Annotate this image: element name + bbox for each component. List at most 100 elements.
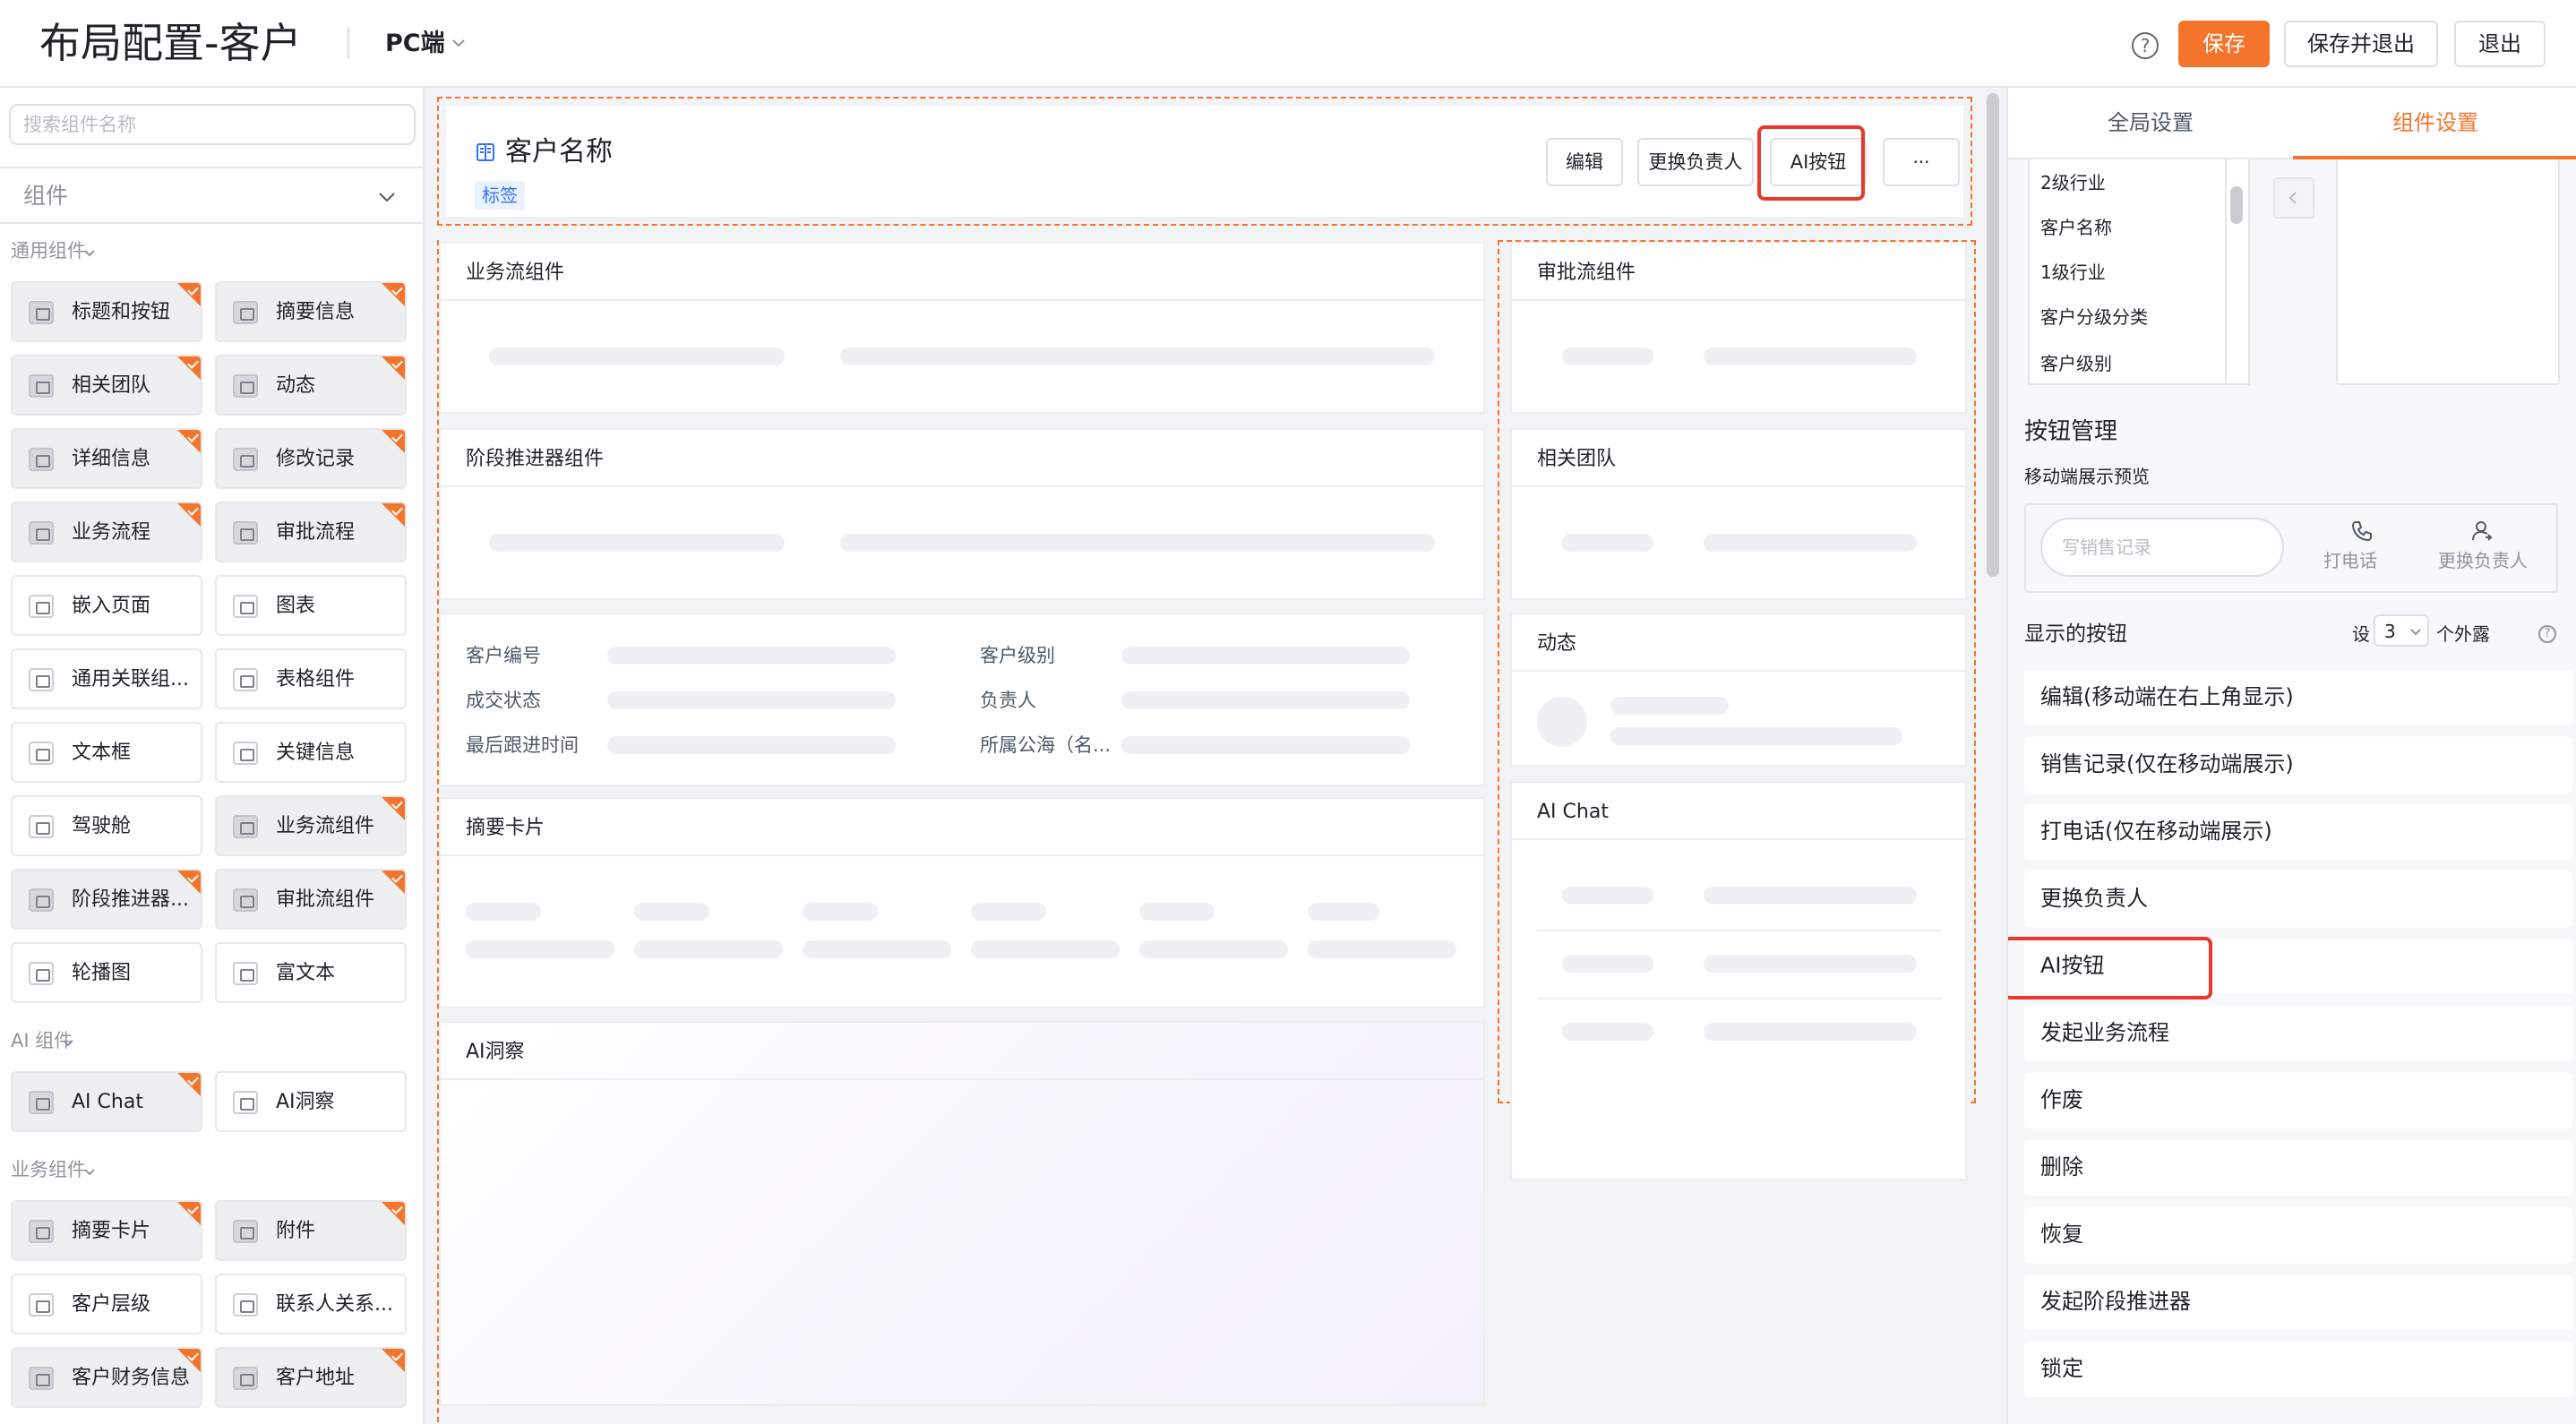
field-item[interactable]: 客户级别 xyxy=(2040,351,2112,376)
team-card[interactable]: 相关团队 xyxy=(1510,428,1967,600)
field-item[interactable]: 客户分级分类 xyxy=(2040,305,2148,330)
divider xyxy=(441,485,1483,487)
component-tile[interactable]: 轮播图 xyxy=(11,942,202,1003)
help-icon[interactable]: ? xyxy=(2132,32,2159,59)
button-row[interactable]: 发起业务流程 xyxy=(2024,1006,2572,1061)
list-scrollbar[interactable] xyxy=(2230,186,2243,224)
component-tile[interactable]: 表格组件 xyxy=(215,648,407,709)
component-tile[interactable]: 修改记录 xyxy=(215,428,407,489)
save-button[interactable]: 保存 xyxy=(2178,21,2270,67)
component-tile[interactable]: 详细信息 xyxy=(11,428,202,489)
component-tile[interactable]: 联系人关系... xyxy=(215,1274,407,1334)
component-tile[interactable]: 审批流程 xyxy=(215,502,407,562)
component-tile[interactable]: 摘要卡片 xyxy=(11,1200,202,1261)
platform-selector[interactable]: PC端 xyxy=(385,29,445,59)
component-tile[interactable]: 关键信息 xyxy=(215,722,407,783)
component-tile[interactable]: 审批流组件 xyxy=(215,869,407,930)
ai-insight-card[interactable]: AI洞察 xyxy=(439,1021,1485,1406)
component-tile[interactable]: 业务流组件 xyxy=(215,795,407,856)
change-owner-button[interactable]: 更换负责人 xyxy=(1637,138,1754,186)
button-row[interactable]: 删除 xyxy=(2024,1140,2572,1196)
component-tile[interactable]: 附件 xyxy=(215,1200,407,1261)
component-tile[interactable]: 阶段推进器... xyxy=(11,869,202,930)
button-row[interactable]: 发起阶段推进器 xyxy=(2024,1274,2572,1330)
component-tile[interactable]: 富文本 xyxy=(215,942,407,1003)
field-label: 客户级别 xyxy=(980,645,1055,666)
chevron-down-icon[interactable] xyxy=(82,245,97,260)
component-tile[interactable]: AI洞察 xyxy=(215,1071,407,1132)
divider xyxy=(1537,930,1942,931)
component-type-label: 组件 xyxy=(23,183,69,209)
detail-info-card[interactable]: 客户编号 客户级别 成交状态 负责人 最后跟进时间 所属公海（名... xyxy=(439,613,1485,786)
component-type-select[interactable]: 组件 xyxy=(0,167,423,224)
button-row[interactable]: 销售记录(仅在移动端展示) xyxy=(2024,737,2572,793)
more-button[interactable]: ··· xyxy=(1883,138,1960,186)
component-group-label[interactable]: 业务组件 xyxy=(11,1157,86,1182)
component-icon xyxy=(29,301,54,324)
component-tile[interactable]: 通用关联组... xyxy=(11,648,202,709)
mobile-preview-box: 写销售记录 打电话 更换负责人 xyxy=(2024,503,2558,593)
component-tile[interactable]: 动态 xyxy=(215,355,407,416)
exit-button[interactable]: 退出 xyxy=(2454,21,2546,67)
ai-insight-card-title: AI洞察 xyxy=(466,1041,525,1063)
component-icon xyxy=(29,595,54,618)
page-title: 布局配置-客户 xyxy=(39,19,302,67)
expose-count-select[interactable]: 3 xyxy=(2374,614,2429,647)
component-tile[interactable]: 相关团队 xyxy=(11,355,202,416)
component-icon xyxy=(233,1091,258,1114)
header-section-selected[interactable]: 客户名称 标签 编辑 更换负责人 AI按钮 ··· xyxy=(437,97,1972,226)
field-item[interactable]: 1级行业 xyxy=(2040,260,2106,285)
skeleton-bar xyxy=(1610,727,1902,745)
added-check-icon xyxy=(177,430,201,453)
component-tile[interactable]: 图表 xyxy=(215,575,407,636)
info-icon[interactable]: ? xyxy=(2538,625,2556,643)
component-icon xyxy=(29,888,54,912)
skeleton-bar xyxy=(607,691,896,709)
edit-button[interactable]: 编辑 xyxy=(1546,138,1623,186)
chevron-down-icon[interactable] xyxy=(450,34,468,52)
move-left-button[interactable] xyxy=(2273,177,2314,219)
field-item[interactable]: 客户名称 xyxy=(2040,215,2112,240)
component-search-input[interactable]: 搜索组件名称 xyxy=(9,104,416,145)
ai-chat-card[interactable]: AI Chat xyxy=(1510,781,1967,1180)
component-tile[interactable]: 文本框 xyxy=(11,722,202,783)
phone-icon xyxy=(2351,521,2372,542)
biz-flow-card[interactable]: 业务流组件 xyxy=(439,242,1485,414)
field-item[interactable]: 2级行业 xyxy=(2040,170,2106,195)
component-tile[interactable]: AI Chat xyxy=(11,1071,202,1132)
component-tile[interactable]: 嵌入页面 xyxy=(11,575,202,636)
component-tile[interactable]: 客户层级 xyxy=(11,1274,202,1334)
component-tile[interactable]: 客户地址 xyxy=(215,1347,407,1408)
component-tile[interactable]: 业务流程 xyxy=(11,502,202,562)
component-icon xyxy=(233,668,258,691)
approval-card[interactable]: 审批流组件 xyxy=(1510,242,1967,414)
component-group-label[interactable]: 通用组件 xyxy=(11,238,86,263)
component-tile-label: 驾驶舱 xyxy=(72,815,132,837)
component-icon xyxy=(233,374,258,398)
component-tile[interactable]: 摘要信息 xyxy=(215,281,407,342)
summary-card[interactable]: 摘要卡片 xyxy=(439,797,1485,1008)
divider xyxy=(1512,485,1965,487)
chevron-down-icon[interactable] xyxy=(61,1035,75,1050)
tab-global-settings[interactable]: 全局设置 xyxy=(2008,88,2293,159)
shown-buttons-label: 显示的按钮 xyxy=(2024,622,2127,646)
stage-card[interactable]: 阶段推进器组件 xyxy=(439,428,1485,600)
dynamic-card[interactable]: 动态 xyxy=(1510,613,1967,767)
chevron-down-icon[interactable] xyxy=(82,1164,97,1179)
button-row[interactable]: 编辑(移动端在右上角显示) xyxy=(2024,670,2572,725)
button-row[interactable]: 作废 xyxy=(2024,1073,2572,1128)
button-row[interactable]: 更换负责人 xyxy=(2024,871,2572,927)
button-row[interactable]: 恢复 xyxy=(2024,1207,2572,1263)
canvas-scrollbar[interactable] xyxy=(1987,93,1999,577)
component-tile-label: 轮播图 xyxy=(72,962,132,984)
tab-component-settings[interactable]: 组件设置 xyxy=(2293,88,2576,159)
button-row[interactable]: 打电话(仅在移动端展示) xyxy=(2024,804,2572,860)
biz-flow-card-title: 业务流组件 xyxy=(466,262,565,284)
change-owner-icon xyxy=(2472,521,2493,541)
component-tile[interactable]: 客户财务信息 xyxy=(11,1347,202,1408)
component-tile[interactable]: 标题和按钮 xyxy=(11,281,202,342)
component-tile[interactable]: 驾驶舱 xyxy=(11,795,202,856)
component-icon xyxy=(233,1367,258,1390)
button-row[interactable]: 锁定 xyxy=(2024,1342,2572,1397)
save-and-exit-button[interactable]: 保存并退出 xyxy=(2284,21,2438,67)
